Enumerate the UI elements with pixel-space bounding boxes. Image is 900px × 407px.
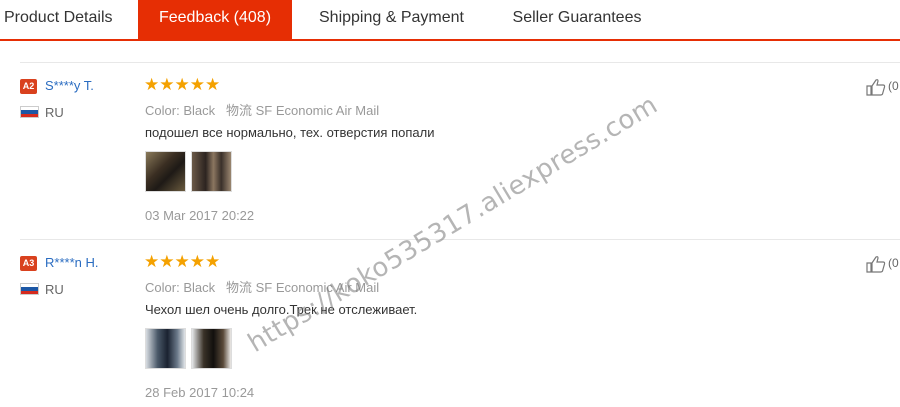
shipping-label: 物流 [225, 280, 252, 295]
color-label: Color: [145, 280, 180, 295]
review-photo-thumbnail[interactable] [145, 328, 186, 369]
buyer-level-badge: A2 [20, 79, 37, 94]
russia-flag-icon [20, 106, 39, 118]
thumbs-up-icon [866, 79, 886, 96]
review-divider [20, 62, 900, 63]
russia-flag-icon [20, 283, 39, 295]
review-photo-thumbnail[interactable] [191, 151, 232, 192]
shipping-value: SF Economic Air Mail [255, 103, 380, 118]
helpful-button[interactable]: (0 [866, 255, 900, 275]
tab-bar: Product Details Feedback (408) Shipping … [0, 0, 900, 41]
thumbs-up-icon [866, 256, 886, 273]
review-divider [20, 239, 900, 240]
helpful-button[interactable]: (0 [866, 78, 900, 98]
color-value: Black [183, 103, 216, 118]
tab-feedback[interactable]: Feedback (408) [138, 0, 292, 39]
helpful-count: (0 [888, 79, 899, 94]
buyer-country: RU [45, 282, 64, 297]
buyer-name[interactable]: R****n H. [45, 255, 98, 270]
buyer-name[interactable]: S****y T. [45, 78, 94, 93]
review-photo-thumbnail[interactable] [191, 328, 232, 369]
buyer-level-badge: A3 [20, 256, 37, 271]
review-photo-thumbnail[interactable] [145, 151, 186, 192]
review-date: 03 Mar 2017 20:22 [145, 208, 255, 223]
star-rating: ★★★★★ [144, 252, 221, 271]
buyer-country: RU [45, 105, 64, 120]
color-value: Black [183, 280, 216, 295]
tab-product-details[interactable]: Product Details [0, 0, 138, 39]
helpful-count: (0 [888, 256, 899, 271]
order-attributes: Color: Black 物流 SF Economic Air Mail [145, 100, 379, 119]
review-date: 28 Feb 2017 10:24 [145, 385, 255, 400]
star-rating: ★★★★★ [144, 75, 221, 94]
tab-shipping-payment[interactable]: Shipping & Payment [292, 0, 487, 39]
shipping-label: 物流 [225, 103, 252, 118]
color-label: Color: [145, 103, 180, 118]
review-text: подошел все нормально, тех. отверстия по… [145, 125, 435, 140]
tab-seller-guarantees[interactable]: Seller Guarantees [487, 0, 667, 39]
